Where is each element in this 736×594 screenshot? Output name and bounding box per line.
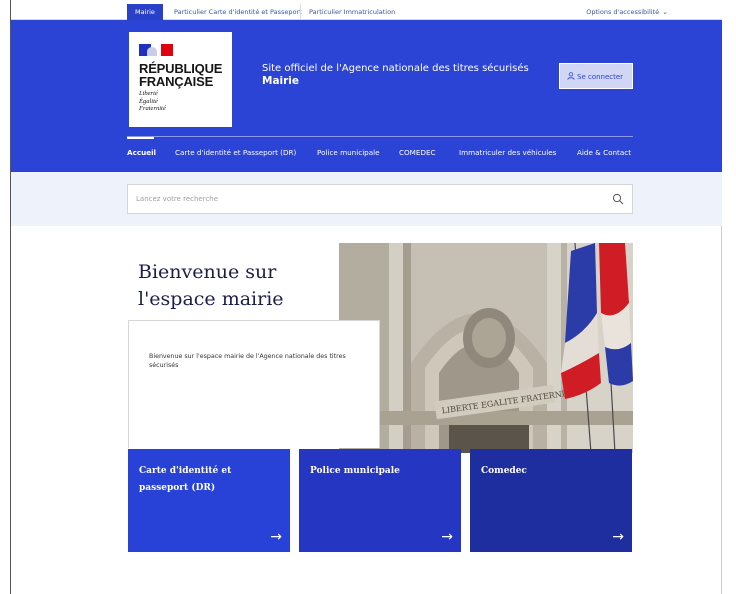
tile-carte-identite[interactable]: Carte d'identité et passeport (DR) → bbox=[128, 449, 290, 552]
nav-carte-identite[interactable]: Carte d'identité et Passeport (DR) bbox=[175, 148, 296, 162]
building-facade-image: LIBERTE EGALITE FRATERNITE bbox=[339, 243, 633, 453]
nav-accueil[interactable]: Accueil bbox=[127, 148, 156, 162]
arrow-right-icon: → bbox=[270, 529, 282, 545]
tile-label: Carte d'identité et passeport (DR) bbox=[139, 466, 232, 493]
brand-name: RÉPUBLIQUE FRANÇAISE bbox=[139, 61, 223, 89]
toptab-cni-passeport[interactable]: Particulier Carte d'identité et Passepor… bbox=[166, 4, 310, 20]
site-subtitle: Mairie bbox=[262, 75, 300, 87]
top-utility-bar: Mairie Particulier Carte d'identité et P… bbox=[11, 0, 722, 20]
search-icon[interactable] bbox=[612, 193, 624, 205]
chevron-down-icon: ⌄ bbox=[662, 8, 668, 16]
tile-comedec[interactable]: Comedec → bbox=[470, 449, 632, 552]
site-header: RÉPUBLIQUE FRANÇAISE Liberté Égalité Fra… bbox=[11, 20, 722, 172]
brand-motto: Liberté Égalité Fraternité bbox=[139, 90, 166, 112]
tile-label: Comedec bbox=[481, 466, 527, 476]
accessibility-label: Options d'accessibilité bbox=[586, 8, 660, 16]
marianne-flag-icon bbox=[139, 44, 173, 56]
toptab-immatriculation[interactable]: Particulier Immatriculation bbox=[300, 4, 403, 20]
nav-aide-contact[interactable]: Aide & Contact bbox=[577, 148, 631, 162]
login-label: Se connecter bbox=[577, 73, 624, 81]
login-button[interactable]: Se connecter bbox=[559, 63, 633, 89]
arrow-right-icon: → bbox=[612, 529, 624, 545]
nav-comedec[interactable]: COMEDEC bbox=[399, 148, 436, 162]
user-icon bbox=[567, 72, 575, 80]
site-title: Site officiel de l'Agence nationale des … bbox=[262, 63, 529, 74]
intro-text: Bienvenue sur l'espace mairie de l'Agenc… bbox=[149, 353, 346, 369]
nav-immatriculer[interactable]: Immatriculer des véhicules bbox=[459, 148, 556, 162]
intro-card: Bienvenue sur l'espace mairie de l'Agenc… bbox=[128, 320, 380, 448]
toptab-mairie[interactable]: Mairie bbox=[127, 4, 163, 20]
header-divider bbox=[127, 136, 633, 137]
tile-label: Police municipale bbox=[310, 466, 400, 476]
active-nav-indicator bbox=[127, 137, 154, 139]
search-placeholder: Lancez votre recherche bbox=[136, 195, 219, 203]
tile-police-municipale[interactable]: Police municipale → bbox=[299, 449, 461, 552]
hero-photo: LIBERTE EGALITE FRATERNITE bbox=[339, 243, 633, 453]
search-band: Lancez votre recherche bbox=[11, 172, 722, 226]
nav-police-municipale[interactable]: Police municipale bbox=[317, 148, 380, 162]
hero-title: Bienvenue sur l'espace mairie bbox=[138, 261, 284, 310]
republique-francaise-logo[interactable]: RÉPUBLIQUE FRANÇAISE Liberté Égalité Fra… bbox=[129, 32, 232, 127]
accessibility-options[interactable]: Options d'accessibilité ⌄ bbox=[586, 8, 668, 16]
search-input[interactable]: Lancez votre recherche bbox=[127, 184, 633, 214]
arrow-right-icon: → bbox=[441, 529, 453, 545]
browser-frame: Mairie Particulier Carte d'identité et P… bbox=[10, 0, 722, 594]
